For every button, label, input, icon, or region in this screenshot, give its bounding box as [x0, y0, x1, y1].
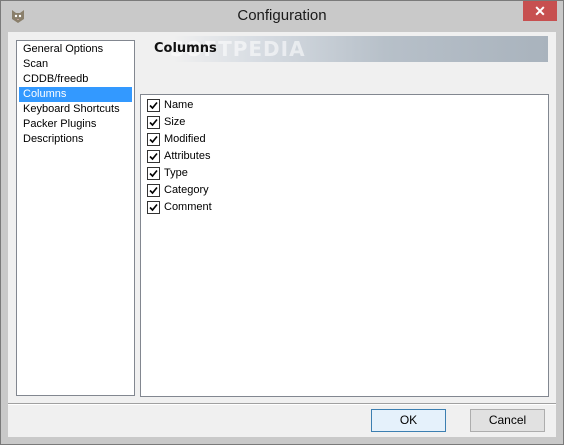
- sidebar-item-cddb-freedb[interactable]: CDDB/freedb: [19, 72, 132, 87]
- checkbox-label: Name: [164, 99, 194, 111]
- section-title: Columns: [154, 41, 217, 56]
- checkbox[interactable]: [147, 133, 160, 146]
- configuration-window: Configuration ✕ General Options Scan CDD…: [0, 0, 564, 445]
- checkmark-icon: [149, 169, 158, 178]
- divider: [8, 403, 556, 405]
- checkbox-label: Attributes: [164, 150, 211, 162]
- checkmark-icon: [149, 203, 158, 212]
- checkmark-icon: [149, 101, 158, 110]
- sidebar-item-general-options[interactable]: General Options: [19, 42, 132, 57]
- checkmark-icon: [149, 186, 158, 195]
- section-header-banner: SOFTPEDIA Columns: [140, 36, 548, 62]
- checkmark-icon: [149, 135, 158, 144]
- checkbox[interactable]: [147, 167, 160, 180]
- checkbox-label: Type: [164, 167, 188, 179]
- checkbox[interactable]: [147, 184, 160, 197]
- ok-button[interactable]: OK: [371, 409, 446, 432]
- sidebar-item-descriptions[interactable]: Descriptions: [19, 132, 132, 147]
- close-icon: ✕: [534, 3, 546, 19]
- checkbox-label: Size: [164, 116, 186, 128]
- checkbox[interactable]: [147, 150, 160, 163]
- checkbox-label: Modified: [164, 133, 206, 145]
- checkbox[interactable]: [147, 201, 160, 214]
- checkbox[interactable]: [147, 99, 160, 112]
- sidebar-item-keyboard-shortcuts[interactable]: Keyboard Shortcuts: [19, 102, 132, 117]
- sidebar-item-packer-plugins[interactable]: Packer Plugins: [19, 117, 132, 132]
- sidebar-item-scan[interactable]: Scan: [19, 57, 132, 72]
- window-title: Configuration: [237, 7, 327, 24]
- sidebar-item-columns[interactable]: Columns: [19, 87, 132, 102]
- checkbox-label: Category: [164, 184, 209, 196]
- cancel-button[interactable]: Cancel: [470, 409, 545, 432]
- title-bar[interactable]: Configuration ✕: [1, 1, 563, 32]
- checkmark-icon: [149, 118, 158, 127]
- checkbox-label: Comment: [164, 201, 212, 213]
- checkmark-icon: [149, 152, 158, 161]
- checkbox[interactable]: [147, 116, 160, 129]
- settings-category-list[interactable]: General Options Scan CDDB/freedb Columns…: [16, 40, 135, 396]
- columns-list: Name Size Modified Attributes Type Categ…: [140, 94, 549, 397]
- dialog-body: General Options Scan CDDB/freedb Columns…: [8, 32, 556, 437]
- close-button[interactable]: ✕: [523, 1, 557, 21]
